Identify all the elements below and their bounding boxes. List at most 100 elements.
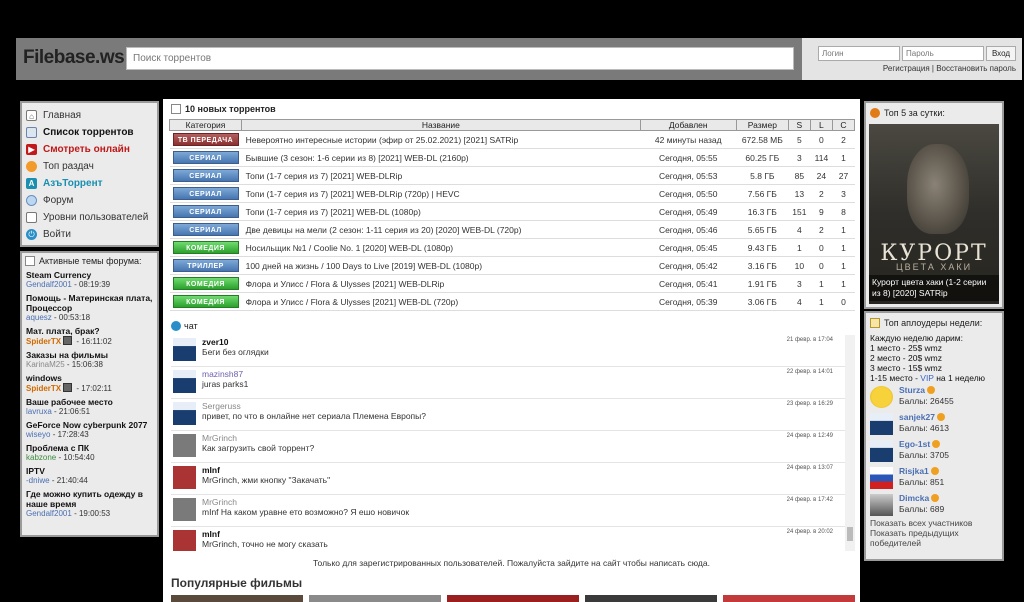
uploader-item[interactable]: sanjek27 Баллы: 4613 bbox=[866, 411, 1002, 437]
torrent-row[interactable]: СЕРИАЛ Топи (1-7 серия из 7) [2021] WEB-D… bbox=[169, 202, 855, 221]
forum-topic-title[interactable]: IPTV bbox=[26, 466, 153, 476]
popular-movie-poster[interactable] bbox=[585, 595, 717, 602]
restore-password-link[interactable]: Восстановить пароль bbox=[936, 64, 1016, 73]
menu-item-forum[interactable]: Форум bbox=[22, 192, 157, 209]
show-previous-winners-link[interactable]: Показать предыдущих победителей bbox=[866, 528, 1002, 548]
forum-topic-user[interactable]: -dniwe bbox=[26, 476, 50, 485]
forum-topic-title[interactable]: Где можно купить одежду в наше время bbox=[26, 489, 153, 509]
forum-topic-title[interactable]: Проблема с ПК bbox=[26, 443, 153, 453]
popular-movie-poster[interactable] bbox=[723, 595, 855, 602]
torrent-row[interactable]: КОМЕДИЯ Носильщик №1 / Coolie No. 1 [2020… bbox=[169, 238, 855, 257]
torrent-row[interactable]: СЕРИАЛ Топи (1-7 серия из 7) [2021] WEB-D… bbox=[169, 184, 855, 203]
forum-topic-user[interactable]: Gendalf2001 bbox=[26, 509, 72, 518]
chat-username[interactable]: mInf bbox=[202, 465, 220, 475]
uploader-name[interactable]: Ego-1st bbox=[899, 439, 930, 449]
chat-username[interactable]: MrGrinch bbox=[202, 433, 237, 443]
popular-movie-poster[interactable] bbox=[309, 595, 441, 602]
register-link[interactable]: Регистрация bbox=[883, 64, 930, 73]
forum-topic-title[interactable]: Мат. плата, брак? bbox=[26, 326, 153, 336]
forum-topic-title[interactable]: windows bbox=[26, 373, 153, 383]
category-badge[interactable]: ТВ ПЕРЕДАЧА bbox=[172, 133, 239, 146]
uploader-name[interactable]: Sturza bbox=[899, 385, 925, 395]
chat-scrollbar[interactable] bbox=[845, 335, 855, 551]
torrent-name[interactable]: Топи (1-7 серия из 7) [2021] WEB-DL (108… bbox=[241, 202, 641, 221]
menu-item-watch-online[interactable]: ▶ Смотреть онлайн bbox=[22, 141, 157, 158]
forum-topic-title[interactable]: Заказы на фильмы bbox=[26, 350, 153, 360]
torrent-row[interactable]: СЕРИАЛ Топи (1-7 серия из 7) [2021] WEB-D… bbox=[169, 166, 855, 185]
category-badge[interactable]: ТРИЛЛЕР bbox=[172, 259, 239, 272]
chat-username[interactable]: mInf bbox=[202, 529, 220, 539]
torrent-name[interactable]: Две девицы на мели (2 сезон: 1-11 серия … bbox=[241, 220, 641, 239]
col-seeders[interactable]: S bbox=[787, 119, 811, 131]
forum-topic-item[interactable]: Мат. плата, брак? SpiderTX - 16:11:02 bbox=[22, 325, 157, 349]
uploader-name[interactable]: Dimcka bbox=[899, 493, 929, 503]
uploader-name[interactable]: sanjek27 bbox=[899, 412, 935, 422]
category-badge[interactable]: СЕРИАЛ bbox=[172, 223, 239, 236]
forum-topic-item[interactable]: Помощь - Материнская плата, Процессор aqu… bbox=[22, 292, 157, 325]
forum-topic-user[interactable]: lavruxa bbox=[26, 407, 52, 416]
show-all-participants-link[interactable]: Показать всех участников bbox=[866, 518, 1002, 528]
col-leechers[interactable]: L bbox=[809, 119, 833, 131]
poster-caption[interactable]: Курорт цвета хаки (1-2 серии из 8) [2020… bbox=[869, 275, 999, 301]
uploader-name[interactable]: Risjka1 bbox=[899, 466, 929, 476]
menu-item-top[interactable]: Топ раздач bbox=[22, 158, 157, 175]
torrent-row[interactable]: КОМЕДИЯ Флора и Улисс / Flora & Ulysses [… bbox=[169, 274, 855, 293]
forum-topic-user[interactable]: SpiderTX bbox=[26, 337, 61, 346]
torrent-name[interactable]: Невероятно интересные истории (эфир от 2… bbox=[241, 130, 641, 149]
category-badge[interactable]: КОМЕДИЯ bbox=[172, 295, 239, 308]
torrent-name[interactable]: Топи (1-7 серия из 7) [2021] WEB-DLRip (… bbox=[241, 184, 641, 203]
uploader-avatar[interactable] bbox=[870, 467, 893, 489]
vip-link[interactable]: VIP bbox=[920, 373, 934, 383]
uploader-avatar[interactable] bbox=[870, 440, 893, 462]
chat-scrollbar-thumb[interactable] bbox=[847, 527, 853, 541]
torrent-row[interactable]: КОМЕДИЯ Флора и Улисс / Flora & Ulysses [… bbox=[169, 292, 855, 311]
forum-topic-user[interactable]: wiseyo bbox=[26, 430, 50, 439]
category-badge[interactable]: СЕРИАЛ bbox=[172, 187, 239, 200]
category-badge[interactable]: СЕРИАЛ bbox=[172, 169, 239, 182]
torrent-name[interactable]: Флора и Улисс / Flora & Ulysses [2021] W… bbox=[241, 274, 641, 293]
uploader-item[interactable]: Risjka1 Баллы: 851 bbox=[866, 465, 1002, 491]
torrent-row[interactable]: СЕРИАЛ Две девицы на мели (2 сезон: 1-11 … bbox=[169, 220, 855, 239]
forum-topic-user[interactable]: Gendalf2001 bbox=[26, 280, 72, 289]
torrent-row[interactable]: ТРИЛЛЕР 100 дней на жизнь / 100 Days to L… bbox=[169, 256, 855, 275]
uploader-item[interactable]: Sturza Баллы: 26455 bbox=[866, 384, 1002, 410]
forum-topic-title[interactable]: Помощь - Материнская плата, Процессор bbox=[26, 293, 153, 313]
top5-poster[interactable]: КУРОРТ ЦВЕТА ХАКИ Курорт цвета хаки (1-2… bbox=[869, 124, 999, 304]
chat-username[interactable]: mazinsh87 bbox=[202, 369, 243, 379]
menu-item-levels[interactable]: Уровни пользователей bbox=[22, 209, 157, 226]
forum-topic-item[interactable]: Ваше рабочее место lavruxa - 21:06:51 bbox=[22, 396, 157, 419]
password-field[interactable]: Пароль bbox=[902, 46, 984, 61]
uploader-avatar[interactable] bbox=[870, 413, 893, 435]
uploader-avatar[interactable] bbox=[870, 386, 893, 408]
category-badge[interactable]: КОМЕДИЯ bbox=[172, 277, 239, 290]
chat-avatar[interactable] bbox=[173, 530, 196, 551]
chat-messages[interactable]: zver10 Беги без оглядки 21 февр. в 17:04 ma… bbox=[171, 335, 855, 551]
category-badge[interactable]: КОМЕДИЯ bbox=[172, 241, 239, 254]
col-added[interactable]: Добавлен bbox=[639, 119, 737, 131]
chat-username[interactable]: Sergeruss bbox=[202, 401, 241, 411]
site-logo[interactable]: Filebase.ws bbox=[23, 47, 125, 69]
category-badge[interactable]: СЕРИАЛ bbox=[172, 151, 239, 164]
forum-topic-item[interactable]: IPTV -dniwe - 21:40:44 bbox=[22, 465, 157, 488]
forum-topic-item[interactable]: Где можно купить одежду в наше время Gend… bbox=[22, 488, 157, 521]
forum-topic-item[interactable]: Заказы на фильмы KarinaM25 - 15:06:38 bbox=[22, 349, 157, 372]
popular-movie-poster[interactable] bbox=[447, 595, 579, 602]
login-button[interactable]: Вход bbox=[986, 46, 1016, 61]
forum-topic-title[interactable]: Steam Currency bbox=[26, 270, 153, 280]
col-name[interactable]: Название bbox=[241, 119, 641, 131]
forum-topic-item[interactable]: Проблема с ПК kabzone - 10:54:40 bbox=[22, 442, 157, 465]
popular-movie-poster[interactable] bbox=[171, 595, 303, 602]
torrent-name[interactable]: Топи (1-7 серия из 7) [2021] WEB-DLRip bbox=[241, 166, 641, 185]
torrent-name[interactable]: 100 дней на жизнь / 100 Days to Live [20… bbox=[241, 256, 641, 275]
forum-topic-item[interactable]: windows SpiderTX - 17:02:11 bbox=[22, 372, 157, 396]
menu-item-torrent-list[interactable]: Список торрентов bbox=[22, 124, 157, 141]
chat-avatar[interactable] bbox=[173, 402, 196, 425]
torrent-name[interactable]: Бывшие (3 сезон: 1-6 серии из 8) [2021] … bbox=[241, 148, 641, 167]
col-size[interactable]: Размер bbox=[735, 119, 789, 131]
forum-topic-user[interactable]: KarinaM25 bbox=[26, 360, 65, 369]
col-category[interactable]: Категория bbox=[168, 119, 243, 131]
forum-topic-user[interactable]: kabzone bbox=[26, 453, 56, 462]
search-input[interactable]: Поиск торрентов bbox=[126, 47, 794, 70]
uploader-item[interactable]: Dimcka Баллы: 689 bbox=[866, 492, 1002, 518]
forum-topic-user[interactable]: SpiderTX bbox=[26, 384, 61, 393]
